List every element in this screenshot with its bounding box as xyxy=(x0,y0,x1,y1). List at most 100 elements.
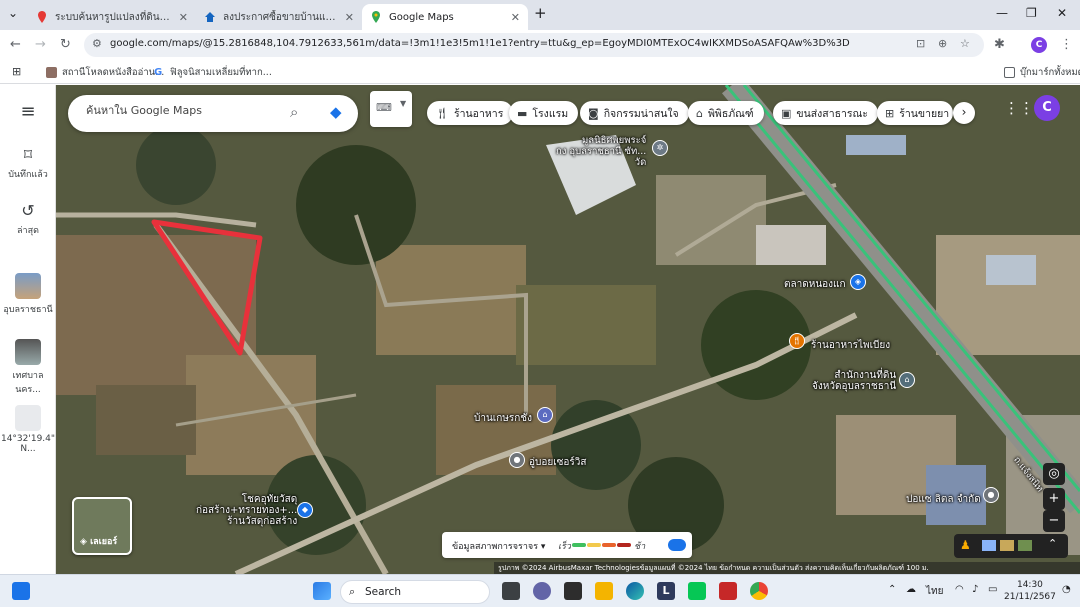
system-clock[interactable]: 14:30 21/11/2567 xyxy=(1004,579,1056,603)
widgets-icon[interactable] xyxy=(12,582,30,600)
zoom-icon[interactable]: ⊕ xyxy=(938,37,947,50)
chip-transit[interactable]: ▣ ขนส่งสาธารณะ xyxy=(773,101,878,125)
store-pin-icon[interactable]: ◆ xyxy=(297,502,313,518)
taskbar-search[interactable]: ⌕ Search xyxy=(340,580,490,604)
tab-google-maps[interactable]: Google Maps ✕ xyxy=(362,4,528,30)
battery-icon[interactable]: ▭ xyxy=(988,584,997,595)
imagery-thumb-1[interactable] xyxy=(982,540,996,551)
restaurant-pin-icon[interactable]: 🍴︎ xyxy=(789,333,805,349)
government-pin-icon[interactable]: ⌂ xyxy=(899,372,915,388)
store-icon[interactable] xyxy=(564,582,582,600)
close-icon[interactable]: ✕ xyxy=(345,11,354,24)
chip-museums[interactable]: ⌂ พิพิธภัณฑ์ xyxy=(688,101,764,125)
edge-icon[interactable] xyxy=(626,582,644,600)
temple-pin-icon[interactable]: ✲ xyxy=(652,140,668,156)
profile-avatar[interactable]: C xyxy=(1031,37,1047,53)
search-input[interactable] xyxy=(86,104,276,117)
chip-pharmacies[interactable]: ⊞ ร้านขายยา xyxy=(877,101,953,125)
chip-label: ขนส่งสาธารณะ xyxy=(796,107,868,120)
reload-icon[interactable]: ↻ xyxy=(60,37,71,52)
chip-things-to-do[interactable]: ◙ กิจกรรมน่าสนใจ xyxy=(580,101,689,125)
poi-label-company[interactable]: ปอแซ ลิตล จำกัด xyxy=(906,492,981,507)
all-bookmarks[interactable]: บุ๊กมาร์กทั้งหมด xyxy=(1004,65,1080,80)
url-text[interactable]: google.com/maps/@15.2816848,104.7912633,… xyxy=(110,38,850,49)
poi-label-foundation[interactable]: มูลนิธิศพยพระจ์ กง อุบลราชธานี ซัท... วั… xyxy=(556,135,646,168)
chip-restaurants[interactable]: 🍴︎ ร้านอาหาร xyxy=(427,101,514,125)
company-pin-icon[interactable]: ● xyxy=(983,487,999,503)
search-icon[interactable]: ⌕ xyxy=(290,103,298,121)
close-icon[interactable]: ✕ xyxy=(511,11,520,24)
poi-label-garage[interactable]: อู่บอยเซอร์วิส xyxy=(529,455,587,470)
imagery-thumb-3[interactable] xyxy=(1018,540,1032,551)
poi-label-hardware-store[interactable]: โชคอุทัยวัสดุ ก่อสร้าง+ทรายทอง+... ร้านว… xyxy=(196,494,297,527)
expand-icon[interactable]: ⌃ xyxy=(1048,537,1057,550)
language-indicator[interactable]: ไทย xyxy=(926,584,943,599)
tab-search-icon[interactable]: ⌄ xyxy=(8,6,18,20)
poi-label-land-office[interactable]: สำนักงานที่ดิน จังหวัดอุบลราชธานี xyxy=(812,370,896,392)
notification-bell-icon[interactable]: ◔ xyxy=(1062,584,1071,595)
copilot-icon[interactable] xyxy=(533,582,551,600)
account-avatar[interactable]: C xyxy=(1034,95,1060,121)
omnibox[interactable]: ⚙ google.com/maps/@15.2816848,104.791263… xyxy=(84,33,984,57)
garage-pin-icon[interactable]: ● xyxy=(509,452,525,468)
menu-button[interactable]: ≡ xyxy=(0,101,56,125)
chip-hotels[interactable]: ▬ โรงแรม xyxy=(509,101,579,125)
recent-place-1[interactable]: อุบลราชธานี xyxy=(0,273,56,316)
restore-icon[interactable]: ❐ xyxy=(1026,6,1037,20)
zoom-in-button[interactable]: + xyxy=(1043,488,1065,510)
zoom-out-button[interactable]: − xyxy=(1043,510,1065,532)
house-icon xyxy=(205,12,215,22)
recent-place-2[interactable]: เทศบาลนคร... xyxy=(0,339,56,396)
forward-icon[interactable]: → xyxy=(35,37,46,52)
poi-label-restaurant[interactable]: ร้านอาหารไพเบียง xyxy=(811,338,890,353)
tab-label: ระบบค้นหารูปแปลงที่ดิน (LandsMaps) xyxy=(55,11,173,23)
more-menu-icon[interactable]: ⋮ xyxy=(1060,37,1073,52)
market-pin-icon[interactable]: ◈ xyxy=(850,274,866,290)
poi-label-house[interactable]: บ้านเกษรกชัง xyxy=(474,411,532,426)
onedrive-icon[interactable]: ☁ xyxy=(906,584,916,595)
back-icon[interactable]: ← xyxy=(10,37,21,52)
minimize-icon[interactable]: — xyxy=(996,6,1008,20)
volume-icon[interactable]: ♪ xyxy=(972,584,978,595)
recent-place-3[interactable]: 14°32'19.4" N... xyxy=(0,405,56,454)
browser-tab-bar: ⌄ ระบบค้นหารูปแปลงที่ดิน (LandsMaps) ✕ ล… xyxy=(0,0,1080,30)
lexitron-icon[interactable]: L xyxy=(657,582,675,600)
my-location-button[interactable]: ◎ xyxy=(1043,463,1065,485)
task-view-icon[interactable] xyxy=(502,582,520,600)
tab-landsmaps[interactable]: ระบบค้นหารูปแปลงที่ดิน (LandsMaps) ✕ xyxy=(28,4,196,30)
wifi-icon[interactable]: ◠ xyxy=(955,584,964,595)
layers-button[interactable]: ◈ เลเยอร์ xyxy=(72,497,132,555)
tab-listing[interactable]: ลงประกาศซื้อขายบ้านและที่ดินฟรี | ที่ดิน… xyxy=(196,4,362,30)
star-icon[interactable]: ☆ xyxy=(960,37,970,50)
bookmark-1[interactable]: สถานีโหลดหนังสืออ่าน... xyxy=(46,65,164,80)
show-hidden-icons[interactable]: ⌃ xyxy=(888,584,896,595)
plus-icon: + xyxy=(1048,491,1060,506)
poi-label-market[interactable]: ตลาดหนองแก xyxy=(784,277,846,292)
directions-icon[interactable]: ◆ xyxy=(330,103,342,121)
file-explorer-icon[interactable] xyxy=(595,582,613,600)
apps-grid-icon[interactable]: ⊞ xyxy=(12,65,21,78)
new-tab-button[interactable]: + xyxy=(534,4,547,22)
saved-button[interactable]: ⌑ บันทึกแล้ว xyxy=(0,145,56,181)
bookmark-2[interactable]: G ฟิลูจนิสามเหลี่ยมที่ทาก... xyxy=(154,65,272,80)
chips-next-button[interactable]: › xyxy=(953,102,975,124)
site-info-icon[interactable]: ⚙ xyxy=(92,37,102,50)
start-icon[interactable] xyxy=(313,582,331,600)
pegman-icon[interactable]: ♟ xyxy=(960,538,971,552)
recent-button[interactable]: ↺ ล่าสุด xyxy=(0,201,56,237)
close-window-icon[interactable]: ✕ xyxy=(1057,6,1067,20)
traffic-toggle[interactable] xyxy=(668,539,686,551)
extensions-icon[interactable]: ✱ xyxy=(994,37,1005,52)
imagery-thumb-2[interactable] xyxy=(1000,540,1014,551)
map-pin-icon xyxy=(38,11,46,23)
close-icon[interactable]: ✕ xyxy=(179,11,188,24)
install-app-icon[interactable]: ⊡ xyxy=(916,37,925,50)
traffic-dropdown[interactable]: ข้อมูลสภาพการจราจร ▾ xyxy=(452,539,545,553)
acrobat-icon[interactable] xyxy=(719,582,737,600)
line-icon[interactable] xyxy=(688,582,706,600)
chrome-icon[interactable] xyxy=(750,582,768,600)
house-pin-icon[interactable]: ⌂ xyxy=(537,407,553,423)
map-canvas[interactable]: ⌕ ◆ ⌨ ▼ 🍴︎ ร้านอาหาร ▬ โรงแรม ◙ กิจกรรมน… xyxy=(56,85,1080,574)
street-view-panel: ♟ ⌃ xyxy=(954,534,1068,558)
input-tools-button[interactable]: ⌨ ▼ xyxy=(370,91,412,127)
